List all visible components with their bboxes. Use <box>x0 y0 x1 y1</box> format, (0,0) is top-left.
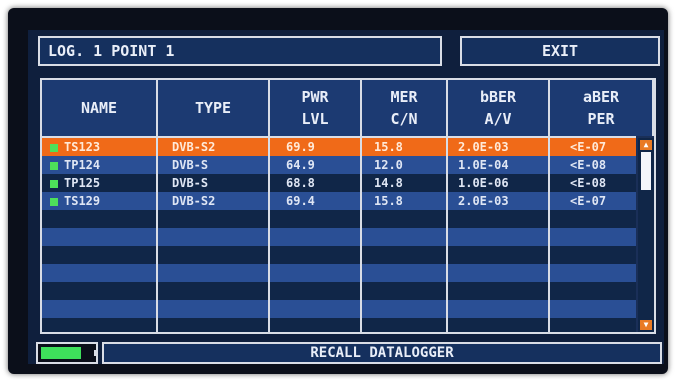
battery-tip <box>94 350 98 356</box>
cell-bber: 2.0E-03 <box>458 140 509 154</box>
column-header-mer: MER C/N <box>362 80 448 136</box>
cell-pwr: 64.9 <box>286 158 315 172</box>
cell-type: DVB-S2 <box>172 194 216 208</box>
table-row[interactable] <box>42 300 636 318</box>
cell-aber: <E-07 <box>570 140 607 154</box>
table-row[interactable] <box>42 210 636 228</box>
exit-button[interactable]: EXIT <box>460 36 660 66</box>
column-separator <box>268 136 270 332</box>
cell-mer: 14.8 <box>374 176 403 190</box>
cell-name-text: TP125 <box>64 176 101 190</box>
green-led-icon <box>50 143 58 152</box>
cell-name: TS123 <box>44 138 100 156</box>
column-header-line2: A/V <box>484 110 512 128</box>
arrow-down-icon[interactable]: ▼ <box>640 320 652 330</box>
column-header-line1: aBER <box>582 88 620 106</box>
table-row[interactable] <box>42 318 636 332</box>
cell-aber: <E-08 <box>570 158 607 172</box>
table-row[interactable] <box>42 228 636 246</box>
cell-mer: 12.0 <box>374 158 403 172</box>
cell-name: TP124 <box>44 156 100 174</box>
column-header-bber: bBER A/V <box>448 80 550 136</box>
column-header-name: NAME <box>42 80 158 136</box>
cell-bber: 1.0E-04 <box>458 158 509 172</box>
cell-bber: 2.0E-03 <box>458 194 509 208</box>
table-row[interactable]: TS123 DVB-S2 69.9 15.8 2.0E-03 <E-07 <box>42 138 636 156</box>
column-separator <box>548 136 550 332</box>
column-header-line2: PER <box>587 110 615 128</box>
screen: LOG. 1 POINT 1 EXIT NAME TYPE PWR LVL MER C/N… <box>28 30 664 364</box>
cell-name: TP125 <box>44 174 100 192</box>
cell-name-text: TS123 <box>64 140 101 154</box>
column-header-aber: aBER PER <box>550 80 654 136</box>
green-led-icon <box>50 179 58 188</box>
battery-fill <box>41 347 81 359</box>
scrollbar[interactable]: ▲ ▼ <box>638 138 654 332</box>
table-row[interactable] <box>42 264 636 282</box>
status-label: RECALL DATALOGGER <box>102 342 662 364</box>
table-row[interactable]: TP124 DVB-S 64.9 12.0 1.0E-04 <E-08 <box>42 156 636 174</box>
cell-name-text: TP124 <box>64 158 101 172</box>
log-point-title: LOG. 1 POINT 1 <box>38 36 442 66</box>
column-separator <box>156 136 158 332</box>
cell-bber: 1.0E-06 <box>458 176 509 190</box>
battery-icon <box>36 342 98 364</box>
column-header-line1: MER <box>390 88 418 106</box>
green-led-icon <box>50 197 58 206</box>
cell-type: DVB-S <box>172 176 209 190</box>
cell-mer: 15.8 <box>374 140 403 154</box>
table-row[interactable]: TP125 DVB-S 68.8 14.8 1.0E-06 <E-08 <box>42 174 636 192</box>
cell-aber: <E-07 <box>570 194 607 208</box>
table-row[interactable] <box>42 246 636 264</box>
column-header-line1: bBER <box>479 88 517 106</box>
green-led-icon <box>50 161 58 170</box>
column-header-type: TYPE <box>158 80 270 136</box>
column-header-line1: NAME <box>80 99 118 117</box>
cell-name-text: TS129 <box>64 194 101 208</box>
status-bar: RECALL DATALOGGER <box>36 342 662 364</box>
scroll-thumb[interactable] <box>641 152 651 190</box>
table-row[interactable]: TS129 DVB-S2 69.4 15.8 2.0E-03 <E-07 <box>42 192 636 210</box>
column-separator <box>446 136 448 332</box>
column-header-line1: PWR <box>301 88 329 106</box>
table-rows: TS123 DVB-S2 69.9 15.8 2.0E-03 <E-07 TP124 DVB-… <box>42 136 636 332</box>
column-separator <box>360 136 362 332</box>
table-row[interactable] <box>42 282 636 300</box>
cell-type: DVB-S <box>172 158 209 172</box>
device-frame: LOG. 1 POINT 1 EXIT NAME TYPE PWR LVL MER C/N… <box>8 8 668 374</box>
cell-type: DVB-S2 <box>172 140 216 154</box>
cell-mer: 15.8 <box>374 194 403 208</box>
column-header-pwr: PWR LVL <box>270 80 362 136</box>
column-header-line2: C/N <box>390 110 418 128</box>
cell-pwr: 69.4 <box>286 194 315 208</box>
column-header-line1: TYPE <box>194 99 232 117</box>
arrow-up-icon[interactable]: ▲ <box>640 140 652 150</box>
cell-pwr: 69.9 <box>286 140 315 154</box>
cell-pwr: 68.8 <box>286 176 315 190</box>
column-header-line2: LVL <box>301 110 329 128</box>
cell-aber: <E-08 <box>570 176 607 190</box>
cell-name: TS129 <box>44 192 100 210</box>
datalogger-table: NAME TYPE PWR LVL MER C/N bBER A/V aBER PER TS123… <box>40 78 656 334</box>
